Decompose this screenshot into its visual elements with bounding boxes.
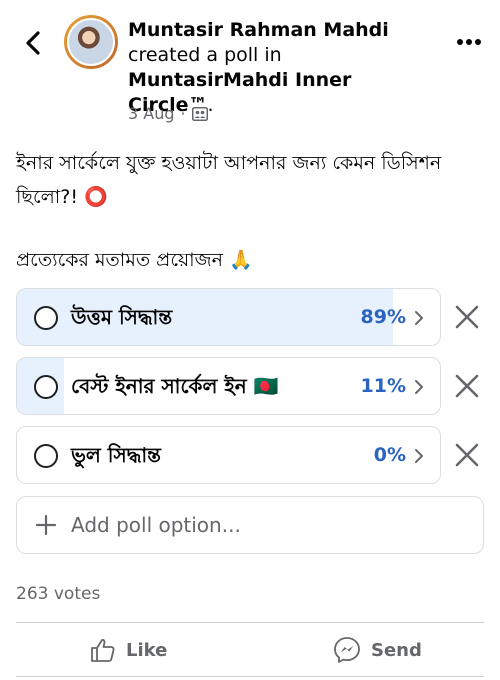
poll-option-radio[interactable]	[34, 444, 58, 468]
poll-option-percent: 11%	[360, 375, 406, 397]
messenger-icon	[334, 637, 360, 663]
more-options-button[interactable]	[454, 30, 484, 54]
chevron-right-icon	[415, 311, 423, 325]
meta-separator: ·	[180, 104, 186, 123]
post-body-text: ইনার সার্কেলে যুক্ত হওয়াটা আপনার জন্য ক…	[16, 152, 442, 208]
post-header-text: Muntasir Rahman Mahdi created a poll in …	[128, 18, 438, 118]
poll-option-percent: 89%	[360, 306, 406, 328]
more-dots-icon	[457, 39, 481, 45]
poll-option-label: ভুল সিদ্ধান্ত	[71, 443, 161, 467]
back-button[interactable]	[18, 28, 48, 58]
author-name[interactable]: Muntasir Rahman Mahdi	[128, 19, 389, 41]
chevron-right-icon	[415, 380, 423, 394]
chevron-left-icon	[26, 31, 40, 55]
send-label: Send	[371, 639, 422, 661]
divider	[16, 676, 484, 677]
like-label: Like	[126, 639, 168, 661]
chevron-right-icon	[415, 449, 423, 463]
post-date[interactable]: 3 Aug	[128, 104, 175, 123]
header-suffix: .	[207, 94, 214, 116]
like-button[interactable]: Like	[90, 634, 167, 666]
add-poll-option-input[interactable]: Add poll option...	[16, 496, 484, 554]
poll-option-label: বেস্ট ইনার সার্কেল ইন 🇧🇩	[71, 374, 279, 398]
remove-option-icon[interactable]	[452, 371, 482, 401]
post-meta: 3 Aug ·	[128, 104, 208, 123]
post-action-text: created a poll in	[128, 44, 282, 66]
poll-option-radio[interactable]	[34, 306, 58, 330]
post-subtext: প্রত্যেকের মতামত প্রয়োজন 🙏	[16, 249, 253, 271]
remove-option-icon[interactable]	[452, 302, 482, 332]
poll-option[interactable]: বেস্ট ইনার সার্কেল ইন 🇧🇩 11%	[16, 357, 441, 415]
poll-option-radio[interactable]	[34, 375, 58, 399]
thumbs-up-icon	[91, 639, 115, 662]
send-button[interactable]: Send	[333, 634, 422, 666]
add-poll-option-placeholder: Add poll option...	[71, 513, 241, 537]
vote-count[interactable]: 263 votes	[16, 584, 100, 604]
remove-option-icon[interactable]	[452, 440, 482, 470]
plus-icon	[35, 514, 57, 536]
poll-option[interactable]: উত্তম সিদ্ধান্ত 89%	[16, 288, 441, 346]
group-icon	[191, 106, 208, 121]
poll-option-label: উত্তম সিদ্ধান্ত	[71, 305, 173, 329]
post-header: Muntasir Rahman Mahdi created a poll in …	[0, 0, 500, 130]
avatar[interactable]	[64, 15, 118, 69]
poll-option-percent: 0%	[373, 444, 406, 466]
divider	[16, 622, 484, 623]
poll-option[interactable]: ভুল সিদ্ধান্ত 0%	[16, 426, 441, 484]
